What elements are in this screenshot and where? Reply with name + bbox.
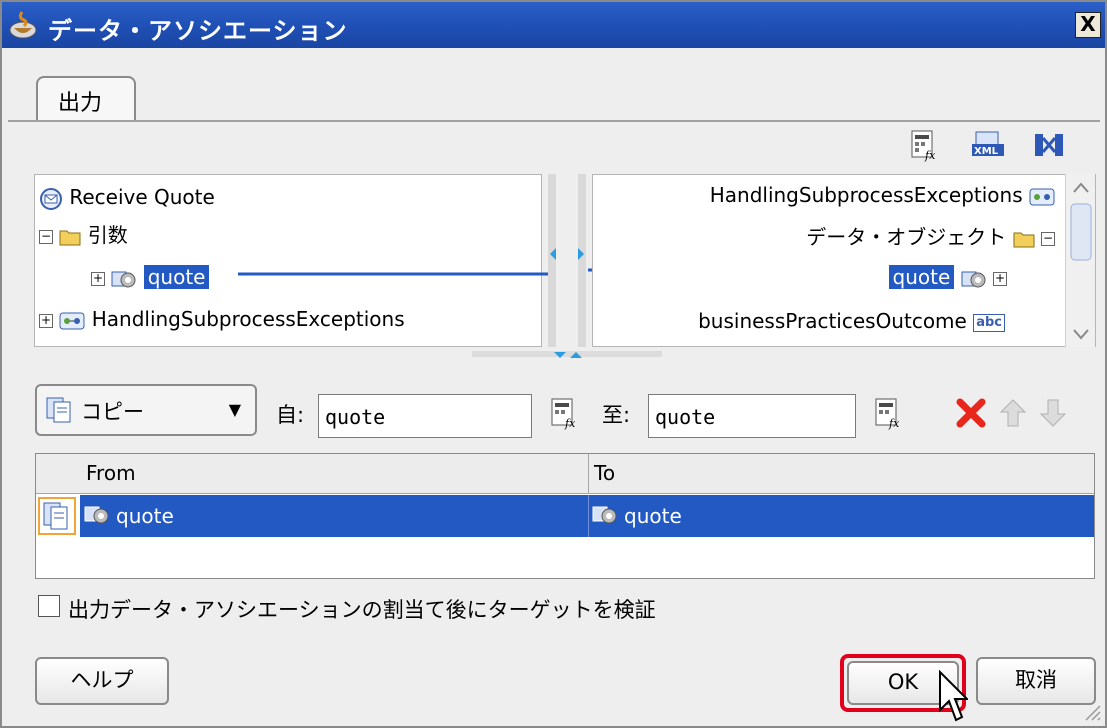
chevron-down-icon: ▼: [228, 400, 241, 419]
app-icon: [8, 10, 42, 45]
process-icon: [1029, 188, 1055, 205]
to-expression-icon[interactable]: fx: [872, 396, 906, 430]
svg-text:fx: fx: [564, 417, 576, 430]
copy-icon: [46, 397, 71, 423]
column-header-from[interactable]: From: [86, 461, 136, 485]
operation-dropdown[interactable]: コピー ▼: [35, 384, 257, 436]
expand-icon[interactable]: +: [39, 313, 53, 328]
validate-checkbox[interactable]: [38, 595, 60, 617]
tree-item-business-practices[interactable]: businessPracticesOutcome abc: [698, 305, 1005, 337]
object-icon: [592, 506, 617, 524]
tree-item-label: quote: [888, 265, 955, 289]
cancel-button[interactable]: 取消: [976, 657, 1096, 705]
tree-item-label: HandlingSubprocessExceptions: [709, 183, 1023, 207]
expand-icon[interactable]: +: [993, 271, 1007, 286]
tree-item-arguments[interactable]: − 引数: [39, 219, 128, 251]
string-icon: abc: [973, 313, 1005, 332]
process-icon: [59, 312, 85, 329]
vertical-splitter[interactable]: [472, 348, 662, 362]
close-button[interactable]: X: [1075, 12, 1101, 38]
move-down-icon[interactable]: [1038, 396, 1072, 430]
object-icon: [111, 271, 136, 287]
title-bar: データ・アソシエーション X: [2, 2, 1105, 48]
delete-icon[interactable]: [954, 396, 988, 430]
mapping-table[interactable]: From To quote quote: [35, 453, 1095, 579]
from-expression-icon[interactable]: fx: [548, 396, 582, 430]
tree-splitter[interactable]: [548, 174, 588, 347]
table-row[interactable]: [80, 495, 1094, 537]
from-label: 自:: [276, 403, 305, 427]
message-icon: [40, 187, 62, 210]
dialog-title: データ・アソシエーション: [48, 17, 348, 45]
operation-selected: コピー: [81, 400, 144, 424]
target-tree[interactable]: HandlingSubprocessExceptions データ・オブジェクト …: [592, 174, 1096, 347]
expand-icon[interactable]: +: [91, 271, 105, 286]
tree-item-label: quote: [143, 265, 210, 289]
tree-item-handling-subprocess[interactable]: + HandlingSubprocessExceptions: [39, 303, 405, 335]
svg-text:fx: fx: [924, 149, 936, 162]
column-header-to[interactable]: To: [594, 461, 615, 485]
tab-output[interactable]: 出力: [36, 76, 136, 122]
source-tree[interactable]: Receive Quote − 引数 + quote + HandlingSub…: [34, 174, 542, 347]
auto-map-icon[interactable]: [1032, 128, 1066, 162]
help-button[interactable]: ヘルプ: [35, 657, 169, 705]
tree-item-quote-source[interactable]: + quote: [91, 261, 210, 293]
folder-icon: [59, 230, 81, 245]
tree-item-data-objects[interactable]: データ・オブジェクト −: [806, 221, 1055, 253]
from-field[interactable]: quote: [318, 394, 532, 438]
validate-checkbox-label: 出力データ・アソシエーションの割当て後にターゲットを検証: [68, 598, 656, 622]
object-icon: [84, 506, 109, 524]
tree-item-handling-subprocess-target[interactable]: HandlingSubprocessExceptions: [710, 179, 1055, 211]
row-copy-icon: [38, 497, 76, 535]
tree-item-label: Receive Quote: [69, 185, 215, 209]
table-cell-from: quote: [116, 504, 174, 528]
target-tree-scrollbar[interactable]: [1065, 174, 1095, 347]
table-cell-to: quote: [624, 504, 682, 528]
resize-grip-icon[interactable]: [1082, 702, 1102, 722]
svg-text:XML: XML: [974, 146, 999, 157]
tree-item-label: businessPracticesOutcome: [698, 309, 967, 333]
to-label: 至:: [602, 403, 631, 427]
data-association-dialog: データ・アソシエーション X 出力 fx XML Receive Quote −…: [0, 0, 1107, 728]
collapse-icon[interactable]: −: [1041, 231, 1055, 246]
table-header: From To: [36, 454, 1094, 494]
tree-item-quote-target[interactable]: quote +: [888, 261, 1007, 293]
to-field[interactable]: quote: [648, 394, 856, 438]
tree-item-receive-quote[interactable]: Receive Quote: [39, 181, 215, 213]
move-up-icon[interactable]: [998, 396, 1032, 430]
object-icon: [961, 271, 986, 287]
tree-item-label: 引数: [87, 223, 128, 247]
tree-item-label: データ・オブジェクト: [806, 225, 1007, 249]
collapse-icon[interactable]: −: [39, 229, 53, 244]
xml-fragment-icon[interactable]: XML: [970, 128, 1004, 162]
expression-builder-icon[interactable]: fx: [908, 128, 942, 162]
mouse-cursor-icon: [939, 670, 968, 722]
svg-text:fx: fx: [888, 417, 900, 430]
folder-icon: [1013, 232, 1035, 247]
tree-item-label: HandlingSubprocessExceptions: [91, 307, 405, 331]
